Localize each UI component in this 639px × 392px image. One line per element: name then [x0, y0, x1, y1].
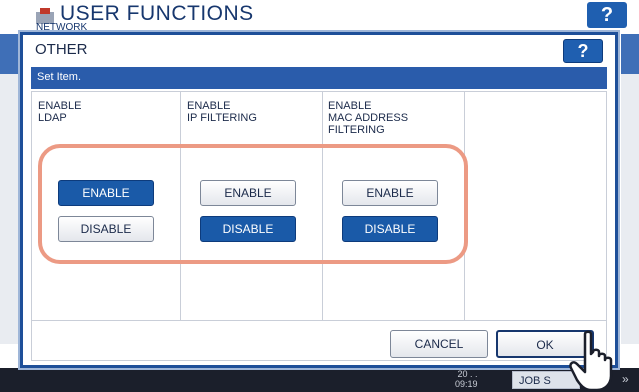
background-left-panel [0, 74, 18, 344]
status-time: 09:19 [455, 379, 478, 389]
settings-panel: ENABLE LDAP ENABLE DISABLE ENABLE IP FIL… [31, 91, 607, 361]
dialog-title: OTHER [35, 41, 88, 58]
highlight-outline [38, 144, 468, 264]
footer-divider [32, 320, 606, 321]
cancel-button[interactable]: CANCEL [390, 330, 488, 358]
pointer-hand-icon [569, 330, 613, 392]
background-right-panel [621, 74, 639, 344]
background-title: USER FUNCTIONS [60, 2, 254, 25]
other-dialog: OTHER ? Set Item. ENABLE LDAP ENABLE DIS… [20, 32, 618, 368]
next-arrow-icon[interactable]: » [622, 372, 629, 386]
status-date: 20 . . [457, 369, 478, 379]
ldap-label: ENABLE LDAP [38, 100, 82, 124]
background-right-bar [621, 34, 639, 74]
instruction-bar: Set Item. [31, 67, 607, 89]
status-clock: 20 . . 09:19 [455, 369, 478, 389]
instruction-text: Set Item. [37, 71, 82, 83]
mac-filtering-label: ENABLE MAC ADDRESS FILTERING [328, 100, 409, 136]
dialog-header: OTHER ? [23, 35, 615, 65]
background-left-bar [0, 34, 18, 74]
background-help-button[interactable]: ? [587, 2, 627, 28]
dialog-help-button[interactable]: ? [563, 39, 603, 63]
ip-filtering-label: ENABLE IP FILTERING [187, 100, 257, 124]
